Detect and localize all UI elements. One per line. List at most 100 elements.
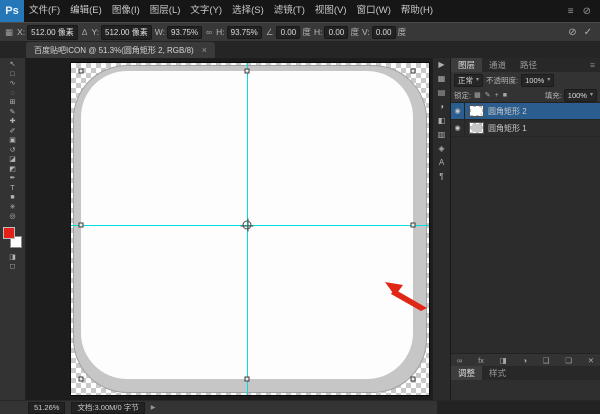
document-canvas[interactable] [70,62,430,396]
menu-item-view[interactable]: 视图(V) [310,0,352,22]
layer-thumbnail[interactable] [469,105,484,117]
tab-paths[interactable]: 路径 [513,58,544,72]
document-info[interactable]: 文档:3.00M/0 字节 [71,402,144,414]
paragraph-panel-icon[interactable]: ¶ [439,173,443,181]
transform-handle[interactable] [411,223,416,228]
healing-brush-tool[interactable]: ✚ [0,117,26,127]
x-value-input[interactable]: 512.00 像素 [27,25,78,40]
layer-row[interactable]: ◉ 圆角矩形 1 [451,120,600,137]
zoom-tool[interactable]: ◎ [0,212,26,222]
menu-item-type[interactable]: 文字(Y) [185,0,227,22]
clone-stamp-tool[interactable]: ▣ [0,136,26,146]
menu-item-select[interactable]: 选择(S) [227,0,269,22]
transform-handle[interactable] [245,69,250,74]
tab-layers[interactable]: 图层 [451,58,482,72]
color-panel-icon[interactable]: ▦ [438,75,446,83]
pen-tool[interactable]: ✒ [0,174,26,184]
layer-name[interactable]: 圆角矩形 2 [488,106,527,117]
opacity-select[interactable]: 100% ▾ [521,74,554,87]
menu-item-file[interactable]: 文件(F) [24,0,65,22]
shape-tool[interactable]: ■ [0,193,26,203]
expand-panels-icon[interactable]: ▶ [438,61,444,69]
eyedropper-tool[interactable]: ✎ [0,108,26,118]
transform-handle[interactable] [79,223,84,228]
tab-channels[interactable]: 通道 [482,58,513,72]
quick-selection-tool[interactable]: ◌ [0,89,26,99]
zoom-level-input[interactable]: 51.26% [28,402,65,414]
layer-group-icon[interactable]: ❑ [543,356,550,365]
brush-tool[interactable]: ✐ [0,127,26,137]
marquee-tool[interactable]: □ [0,70,26,80]
link-layers-icon[interactable]: ∞ [457,356,462,365]
fill-select[interactable]: 100% ▾ [564,89,597,102]
layer-effects-icon[interactable]: fx [478,356,484,365]
lasso-tool[interactable]: ∿ [0,79,26,89]
relative-position-icon[interactable]: Δ [81,27,89,37]
info-panel-icon[interactable]: ◈ [438,145,444,153]
menu-item-image[interactable]: 图像(I) [107,0,145,22]
lock-pixels-icon[interactable]: ✎ [484,91,492,99]
height-value-input[interactable]: 93.75% [227,26,262,39]
rotation-value-input[interactable]: 0.00 [276,26,300,39]
transform-handle[interactable] [411,377,416,382]
document-tab[interactable]: 百度贴吧ICON @ 51.3%(圆角矩形 2, RGB/8) × [26,42,215,58]
histogram-panel-icon[interactable]: ▥ [438,131,446,139]
layer-name[interactable]: 圆角矩形 1 [488,123,527,134]
layer-thumbnail[interactable] [469,122,484,134]
close-icon[interactable]: × [202,45,207,55]
hand-tool[interactable]: ✳ [0,203,26,213]
move-tool[interactable]: ↖ [0,60,26,70]
layers-panel-tabs: 图层 通道 路径 ≡ [451,58,600,72]
blend-mode-select[interactable]: 正常 ▾ [454,74,483,87]
tab-adjustments[interactable]: 调整 [451,366,482,380]
cancel-transform-icon[interactable]: ⊘ [568,27,576,38]
transform-handle[interactable] [79,69,84,74]
panel-menu-icon[interactable]: ≡ [585,58,600,72]
foreground-color-swatch[interactable] [3,227,15,239]
width-value-input[interactable]: 93.75% [167,26,202,39]
swatches-panel-icon[interactable]: ▤ [438,89,446,97]
screen-mode-icon[interactable]: ◻ [0,262,26,272]
status-expand-icon[interactable]: ▶ [151,404,156,411]
v-skew-value-input[interactable]: 0.00 [372,26,396,39]
eye-icon[interactable]: ◉ [451,120,465,136]
lock-transparency-icon[interactable]: ▦ [473,91,482,99]
reference-point-icon[interactable]: ▦ [4,27,14,38]
menu-item-filter[interactable]: 滤镜(T) [269,0,310,22]
layer-row[interactable]: ◉ 圆角矩形 2 [451,103,600,120]
v-skew-field: V: 0.00 度 [362,26,406,39]
transform-center-point[interactable] [243,221,252,230]
link-dimensions-icon[interactable]: ∞ [205,27,213,37]
menu-item-layer[interactable]: 图层(L) [145,0,186,22]
app-status-icon[interactable]: ⊘ [583,6,591,17]
lock-position-icon[interactable]: + [494,92,500,99]
workspace-icon[interactable]: ≡ [568,6,574,17]
menu-item-edit[interactable]: 编辑(E) [65,0,107,22]
adjustment-layer-icon[interactable]: ◑ [523,356,528,365]
y-value-input[interactable]: 512.00 像素 [101,25,152,40]
gradient-tool[interactable]: ◩ [0,165,26,175]
transform-confirm-group: ⊘ ✓ [568,27,596,38]
character-panel-icon[interactable]: A [439,159,444,167]
transform-handle[interactable] [245,377,250,382]
lock-all-icon[interactable]: ■ [502,92,508,99]
history-brush-tool[interactable]: ↺ [0,146,26,156]
menu-item-window[interactable]: 窗口(W) [352,0,396,22]
menu-item-help[interactable]: 帮助(H) [396,0,438,22]
new-layer-icon[interactable]: ❏ [565,356,572,365]
transform-handle[interactable] [411,69,416,74]
eye-icon[interactable]: ◉ [451,103,465,119]
commit-transform-icon[interactable]: ✓ [584,27,592,38]
styles-panel-icon[interactable]: ◧ [438,117,446,125]
transform-handle[interactable] [79,377,84,382]
crop-tool[interactable]: ⊞ [0,98,26,108]
add-mask-icon[interactable]: ◨ [500,356,507,365]
type-tool[interactable]: T [0,184,26,194]
layers-list: ◉ 圆角矩形 2 ◉ 圆角矩形 1 [451,102,600,137]
h-skew-value-input[interactable]: 0.00 [324,26,348,39]
eraser-tool[interactable]: ◪ [0,155,26,165]
adjustments-panel-icon[interactable]: ◑ [439,103,444,111]
tab-styles[interactable]: 样式 [482,366,513,380]
delete-layer-icon[interactable]: ✕ [588,356,594,365]
quick-mask-icon[interactable]: ◨ [0,253,26,263]
